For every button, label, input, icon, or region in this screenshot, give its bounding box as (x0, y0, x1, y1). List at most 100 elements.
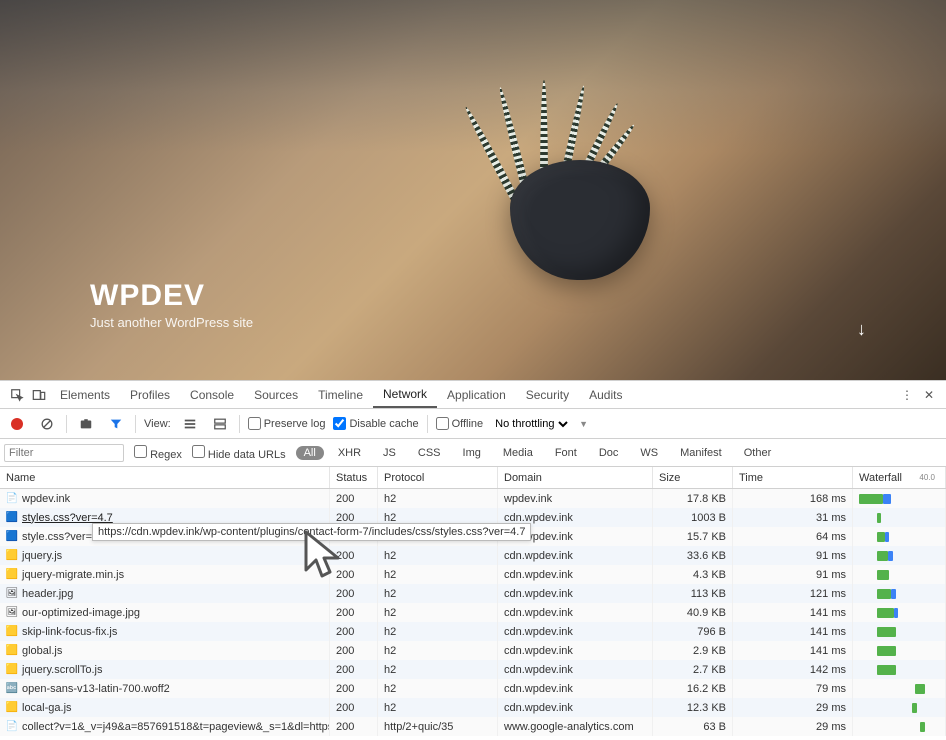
tab-security[interactable]: Security (516, 381, 579, 408)
request-domain: cdn.wpdev.ink (498, 641, 653, 660)
tab-profiles[interactable]: Profiles (120, 381, 180, 408)
network-request-row[interactable]: 🟨global.js200h2cdn.wpdev.ink2.9 KB141 ms (0, 641, 946, 660)
network-request-row[interactable]: 🔤open-sans-v13-latin-700.woff2200h2cdn.w… (0, 679, 946, 698)
request-status: 200 (330, 622, 378, 641)
network-request-row[interactable]: 🖼our-optimized-image.jpg200h2cdn.wpdev.i… (0, 603, 946, 622)
js-icon: 🟨 (6, 569, 18, 581)
request-status: 200 (330, 698, 378, 717)
network-request-row[interactable]: 📄 collect?v=1&_v=j49&a=857691518&t=pagevi… (0, 717, 946, 736)
site-title: WPDEV (90, 279, 253, 313)
filter-type-manifest[interactable]: Manifest (672, 446, 730, 460)
filter-type-doc[interactable]: Doc (591, 446, 627, 460)
filter-type-ws[interactable]: WS (632, 446, 666, 460)
request-status: 200 (330, 679, 378, 698)
request-status: 200 (330, 565, 378, 584)
filter-type-other[interactable]: Other (736, 446, 780, 460)
tab-sources[interactable]: Sources (244, 381, 308, 408)
network-request-row[interactable]: 🟨skip-link-focus-fix.js200h2cdn.wpdev.in… (0, 622, 946, 641)
col-time[interactable]: Time (733, 467, 853, 488)
tab-elements[interactable]: Elements (50, 381, 120, 408)
scroll-down-arrow-icon[interactable]: ↓ (857, 319, 866, 340)
request-domain: cdn.wpdev.ink (498, 622, 653, 641)
request-waterfall (853, 527, 946, 546)
request-name: style.css?ver=4. (22, 531, 101, 543)
request-time: 142 ms (733, 660, 853, 679)
preserve-log-checkbox[interactable]: Preserve log (248, 417, 326, 430)
record-button[interactable] (6, 413, 28, 435)
request-domain: cdn.wpdev.ink (498, 603, 653, 622)
device-toggle-icon[interactable] (28, 384, 50, 406)
request-name: styles.css?ver=4.7 (22, 512, 113, 524)
filter-type-img[interactable]: Img (455, 446, 489, 460)
tab-application[interactable]: Application (437, 381, 516, 408)
request-waterfall (853, 622, 946, 641)
view-list-icon[interactable] (179, 413, 201, 435)
inspect-element-icon[interactable] (6, 384, 28, 406)
col-domain[interactable]: Domain (498, 467, 653, 488)
tab-network[interactable]: Network (373, 381, 437, 408)
doc-icon: 📄 (6, 721, 18, 733)
col-name[interactable]: Name (0, 467, 330, 488)
request-protocol: h2 (378, 565, 498, 584)
filter-type-media[interactable]: Media (495, 446, 541, 460)
request-time: 31 ms (733, 508, 853, 527)
filter-type-xhr[interactable]: XHR (330, 446, 369, 460)
hide-data-urls-checkbox[interactable]: Hide data URLs (192, 445, 286, 461)
request-time: 79 ms (733, 679, 853, 698)
network-request-row[interactable]: 🟨local-ga.js200h2cdn.wpdev.ink12.3 KB29 … (0, 698, 946, 717)
network-request-row[interactable]: 🟨jquery.scrollTo.js200h2cdn.wpdev.ink2.7… (0, 660, 946, 679)
request-waterfall (853, 698, 946, 717)
filter-icon[interactable] (105, 413, 127, 435)
close-devtools-icon[interactable]: ✕ (918, 384, 940, 406)
tab-audits[interactable]: Audits (579, 381, 632, 408)
request-waterfall (853, 641, 946, 660)
request-domain: cdn.wpdev.ink (498, 660, 653, 679)
request-name: wpdev.ink (22, 493, 70, 505)
offline-checkbox[interactable]: Offline (436, 417, 484, 430)
network-request-row[interactable]: 🟨jquery-migrate.min.js200h2cdn.wpdev.ink… (0, 565, 946, 584)
filter-input[interactable] (4, 444, 124, 462)
capture-screenshot-icon[interactable] (75, 413, 97, 435)
request-size: 17.8 KB (653, 489, 733, 508)
request-protocol: h2 (378, 603, 498, 622)
request-name: jquery-migrate.min.js (22, 569, 124, 581)
request-size: 12.3 KB (653, 698, 733, 717)
site-tagline: Just another WordPress site (90, 315, 253, 330)
filter-type-all[interactable]: All (296, 446, 324, 460)
request-protocol: h2 (378, 660, 498, 679)
col-protocol[interactable]: Protocol (378, 467, 498, 488)
request-waterfall (853, 565, 946, 584)
filter-type-font[interactable]: Font (547, 446, 585, 460)
request-waterfall (853, 546, 946, 565)
request-domain: cdn.wpdev.ink (498, 698, 653, 717)
network-request-row[interactable]: 🖼header.jpg200h2cdn.wpdev.ink113 KB121 m… (0, 584, 946, 603)
img-icon: 🖼 (6, 588, 18, 600)
disable-cache-checkbox[interactable]: Disable cache (333, 417, 418, 430)
url-tooltip: https://cdn.wpdev.ink/wp-content/plugins… (92, 523, 531, 541)
request-size: 2.9 KB (653, 641, 733, 660)
devtools-panel: ElementsProfilesConsoleSourcesTimelineNe… (0, 380, 946, 736)
clear-icon[interactable] (36, 413, 58, 435)
col-waterfall[interactable]: Waterfall40.0 (853, 467, 946, 488)
tab-timeline[interactable]: Timeline (308, 381, 373, 408)
regex-checkbox[interactable]: Regex (134, 445, 182, 461)
tab-console[interactable]: Console (180, 381, 244, 408)
css-icon: 🟦 (6, 531, 18, 543)
request-status: 200 (330, 584, 378, 603)
request-size: 40.9 KB (653, 603, 733, 622)
throttling-select[interactable]: No throttling (491, 417, 571, 431)
col-status[interactable]: Status (330, 467, 378, 488)
col-size[interactable]: Size (653, 467, 733, 488)
network-request-row[interactable]: 📄wpdev.ink200h2wpdev.ink17.8 KB168 ms (0, 489, 946, 508)
js-icon: 🟨 (6, 645, 18, 657)
view-large-icon[interactable] (209, 413, 231, 435)
network-request-row[interactable]: 🟨jquery.js200h2cdn.wpdev.ink33.6 KB91 ms (0, 546, 946, 565)
request-time: 141 ms (733, 603, 853, 622)
filter-type-css[interactable]: CSS (410, 446, 449, 460)
request-status: 200 (330, 717, 378, 736)
filter-type-js[interactable]: JS (375, 446, 404, 460)
more-icon[interactable]: ⋮ (896, 384, 918, 406)
request-name: collect?v=1&_v=j49&a=857691518&t=pagevie… (22, 721, 330, 733)
request-size: 4.3 KB (653, 565, 733, 584)
request-waterfall (853, 717, 946, 736)
